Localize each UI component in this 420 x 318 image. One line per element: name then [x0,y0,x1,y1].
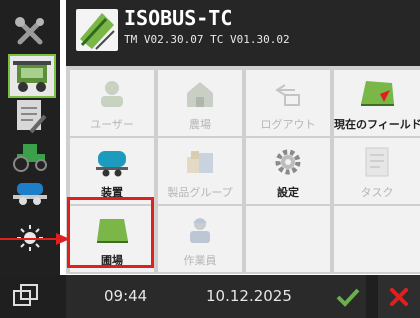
tile-device[interactable]: 装置 [70,138,154,204]
arrow-head-icon [56,233,70,245]
device-icon [70,146,154,178]
tile-label: 作業員 [183,254,217,267]
product-group-icon [158,146,242,178]
tile-product-group: 製品グループ [158,138,242,204]
tractor-cab-icon[interactable] [8,54,56,98]
app-version: TM V02.30.07 TC V01.30.02 [124,33,290,46]
tile-label: 農場 [189,118,211,131]
check-icon [336,288,360,307]
field-logo-icon [76,9,118,51]
tile-label: 現在のフィールド [334,118,420,131]
screen-switch-icon[interactable] [12,283,40,313]
tile-logout: ログアウト [246,70,330,136]
sidebar [0,0,60,318]
settings-icon [246,146,330,178]
task-icon [334,146,420,178]
clock-time: 09:44 [104,287,148,305]
notepad-icon[interactable] [10,96,50,136]
tractor-icon[interactable] [10,136,50,176]
tile-label: タスク [360,186,394,199]
tile-current-field[interactable]: 現在のフィールド [334,70,420,136]
cancel-button[interactable] [378,275,420,318]
trailer-icon[interactable] [10,172,50,212]
tile-label: ユーザー [90,118,134,131]
worker-icon [158,214,242,246]
tile-farm: 農場 [158,70,242,136]
tile-empty [246,206,330,272]
farm-icon [158,78,242,110]
tools-icon[interactable] [10,12,50,52]
tile-empty [334,206,420,272]
tile-label: 設定 [277,186,299,199]
tile-settings[interactable]: 設定 [246,138,330,204]
user-icon [70,78,154,110]
tile-user: ユーザー [70,70,154,136]
confirm-button[interactable] [330,280,366,314]
tile-label: 製品グループ [167,186,233,199]
logout-icon [246,78,330,110]
tile-task: タスク [334,138,420,204]
highlight-box [67,197,154,268]
tile-worker: 作業員 [158,206,242,272]
app-title: ISOBUS-TC [124,6,233,30]
clock-date: 10.12.2025 [206,287,292,305]
tile-label: ログアウト [260,118,316,131]
current-field-icon [334,78,420,110]
close-icon [390,287,408,306]
